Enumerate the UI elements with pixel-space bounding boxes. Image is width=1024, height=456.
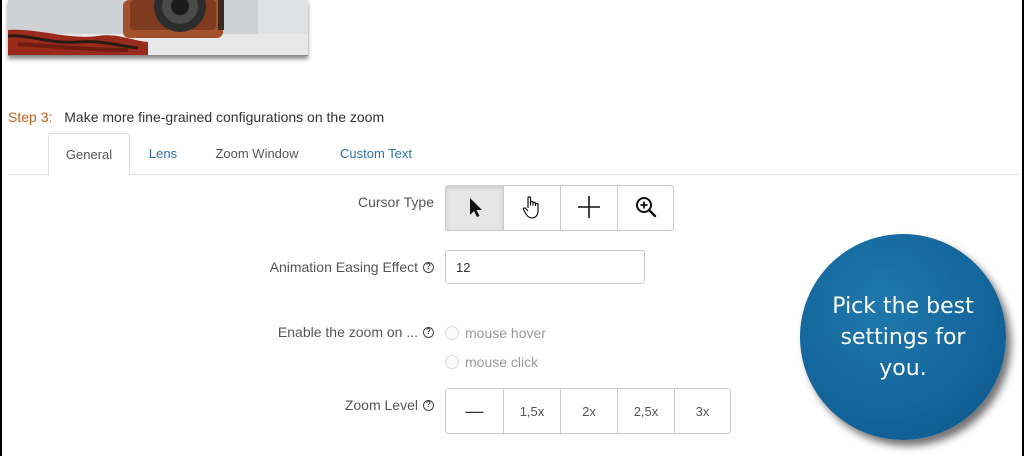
hand-pointer-icon bbox=[520, 194, 544, 223]
step-heading: Step 3: Make more fine-grained configura… bbox=[8, 109, 384, 125]
cursor-type-group bbox=[445, 185, 674, 231]
cursor-zoom-button[interactable] bbox=[617, 186, 673, 230]
cursor-hand-button[interactable] bbox=[503, 186, 560, 230]
tip-callout-text: Pick the best settings for you. bbox=[832, 293, 974, 381]
product-photo-image bbox=[8, 0, 308, 55]
tab-custom-text[interactable]: Custom Text bbox=[326, 133, 426, 175]
step-description: Make more fine-grained configurations on… bbox=[64, 109, 385, 125]
help-icon[interactable]: ? bbox=[423, 326, 434, 338]
zoom-level-1-5x-button[interactable]: 1,5x bbox=[503, 389, 560, 433]
zoom-in-icon bbox=[634, 195, 658, 222]
window-left-border bbox=[0, 0, 2, 456]
help-icon[interactable]: ? bbox=[423, 399, 434, 411]
tab-zoom-window[interactable]: Zoom Window bbox=[202, 133, 312, 175]
cursor-arrow-button[interactable] bbox=[446, 186, 503, 230]
radio-button[interactable] bbox=[445, 326, 459, 340]
radio-label-mouse-click: mouse click bbox=[465, 354, 539, 370]
radio-mouse-hover[interactable]: mouse hover bbox=[445, 325, 546, 341]
crosshair-icon bbox=[577, 195, 601, 222]
zoom-level-none-button[interactable]: — bbox=[446, 389, 503, 433]
tab-general[interactable]: General bbox=[48, 133, 130, 176]
help-icon[interactable]: ? bbox=[423, 261, 434, 273]
zoom-level-label: Zoom Level? bbox=[260, 397, 434, 413]
zoom-level-group: — 1,5x 2x 2,5x 3x bbox=[445, 388, 731, 434]
tip-callout: Pick the best settings for you. bbox=[800, 234, 1006, 440]
enable-zoom-label: Enable the zoom on ...? bbox=[230, 324, 434, 340]
easing-label-text: Animation Easing Effect bbox=[269, 259, 418, 275]
enable-zoom-label-text: Enable the zoom on ... bbox=[277, 324, 418, 340]
easing-label: Animation Easing Effect? bbox=[230, 259, 434, 275]
radio-mouse-click[interactable]: mouse click bbox=[445, 354, 538, 370]
product-photo-thumbnail bbox=[8, 0, 308, 56]
tab-lens[interactable]: Lens bbox=[134, 133, 192, 175]
zoom-level-2x-button[interactable]: 2x bbox=[560, 389, 617, 433]
zoom-level-label-text: Zoom Level bbox=[344, 397, 418, 413]
zoom-level-2-5x-button[interactable]: 2,5x bbox=[617, 389, 674, 433]
easing-input[interactable] bbox=[445, 250, 645, 284]
zoom-level-3x-button[interactable]: 3x bbox=[674, 389, 730, 433]
settings-tabs: General Lens Zoom Window Custom Text bbox=[8, 133, 1018, 176]
cursor-type-label: Cursor Type bbox=[358, 194, 434, 210]
radio-button[interactable] bbox=[445, 355, 459, 369]
step-number: Step 3: bbox=[8, 109, 53, 125]
arrow-pointer-icon bbox=[464, 196, 486, 221]
cursor-crosshair-button[interactable] bbox=[560, 186, 617, 230]
radio-label-mouse-hover: mouse hover bbox=[465, 325, 546, 341]
